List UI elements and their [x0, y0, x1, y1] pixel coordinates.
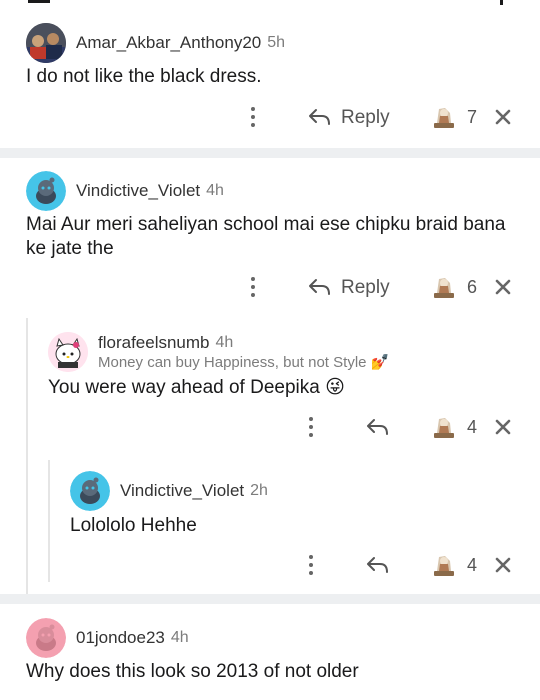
- hello-kitty-avatar-icon: [48, 332, 88, 372]
- comment-age: 4h: [215, 334, 234, 351]
- award-icon[interactable]: [432, 553, 456, 577]
- vote-count: 4: [467, 417, 478, 437]
- vote-count: 7: [467, 107, 478, 127]
- comment-separator: [0, 594, 540, 604]
- user-avatar[interactable]: [48, 332, 88, 372]
- comment: Vindictive_Violet 4h Mai Aur meri saheli…: [0, 158, 540, 318]
- award-icon[interactable]: [432, 275, 456, 299]
- comment-username[interactable]: Vindictive_Violet: [120, 481, 244, 501]
- close-icon[interactable]: [494, 418, 512, 436]
- user-avatar[interactable]: [26, 171, 66, 211]
- comment-username[interactable]: florafeelsnumb: [98, 333, 210, 353]
- comment-body: Why does this look so 2013 of not older: [26, 661, 359, 682]
- snoo-avatar-icon: [26, 618, 66, 658]
- user-avatar[interactable]: [26, 23, 66, 63]
- user-avatar[interactable]: [70, 471, 110, 511]
- award-icon[interactable]: [432, 415, 456, 439]
- reply-button[interactable]: Reply: [341, 107, 390, 129]
- comment-body: Lolololo Hehhe: [70, 515, 197, 536]
- photo-avatar-icon: [26, 23, 66, 63]
- comment: Amar_Akbar_Anthony20 5h I do not like th…: [0, 0, 540, 148]
- snoo-avatar-icon: [70, 471, 110, 511]
- user-avatar[interactable]: [26, 618, 66, 658]
- comment-body: You were way ahead of Deepika 😜: [48, 377, 345, 398]
- comment-age: 4h: [206, 182, 224, 199]
- comment-reply: Vindictive_Violet 2h Lolololo Hehhe 4: [50, 458, 540, 594]
- comment-age: 5h: [267, 34, 286, 51]
- comment-body: I do not like the black dress.: [26, 66, 262, 87]
- more-options-icon[interactable]: [303, 414, 319, 440]
- award-icon[interactable]: [432, 105, 456, 129]
- close-icon[interactable]: [494, 278, 512, 296]
- comment-username[interactable]: Vindictive_Violet: [76, 181, 200, 201]
- comment-reply: florafeelsnumb 4h Money can buy Happines…: [28, 318, 540, 458]
- reply-arrow-icon[interactable]: [307, 277, 331, 297]
- comment-username[interactable]: Amar_Akbar_Anthony20: [76, 33, 261, 53]
- reply-button[interactable]: Reply: [341, 277, 390, 299]
- comment-separator: [0, 148, 540, 158]
- reply-arrow-icon[interactable]: [307, 107, 331, 127]
- user-flair: Money can buy Happiness, but not Style 💅: [98, 354, 390, 371]
- comment-username[interactable]: 01jondoe23: [76, 628, 165, 648]
- reply-arrow-icon[interactable]: [365, 417, 389, 437]
- more-options-icon[interactable]: [303, 552, 319, 578]
- more-options-icon[interactable]: [245, 104, 261, 130]
- comment-age: 2h: [250, 482, 268, 499]
- vote-count: 6: [467, 277, 478, 297]
- more-options-icon[interactable]: [245, 274, 261, 300]
- comment-body: Mai Aur meri saheliyan school mai ese ch…: [26, 214, 506, 259]
- close-icon[interactable]: [494, 556, 512, 574]
- comment-age: 4h: [170, 629, 189, 646]
- vote-count: 4: [467, 555, 478, 575]
- reply-arrow-icon[interactable]: [365, 555, 389, 575]
- comment: 01jondoe23 4h Why does this look so 2013…: [0, 604, 540, 700]
- snoo-avatar-icon: [26, 171, 66, 211]
- close-icon[interactable]: [494, 108, 512, 126]
